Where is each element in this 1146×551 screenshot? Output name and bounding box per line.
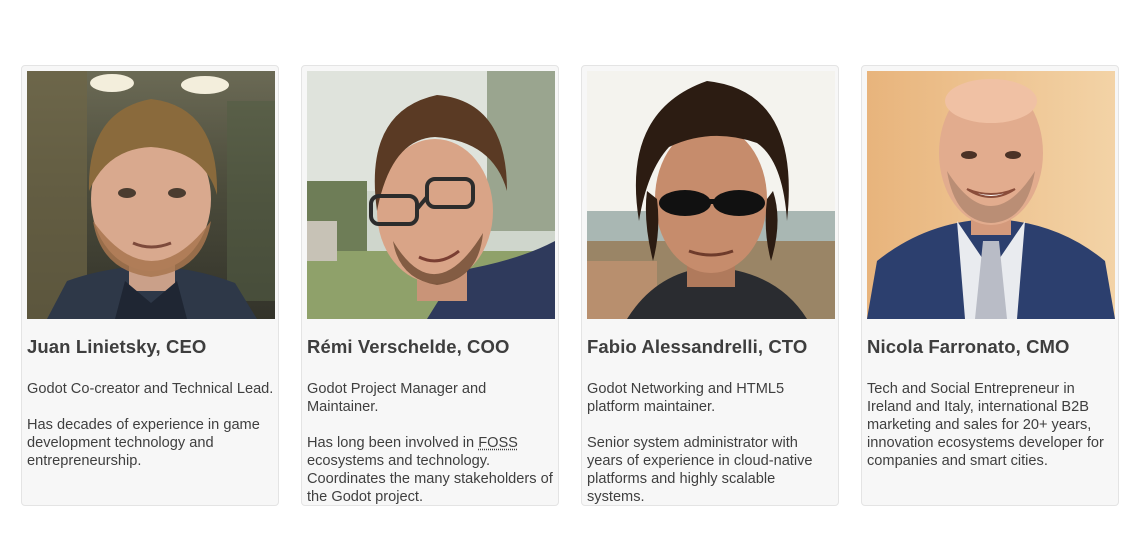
description-paragraph: Godot Project Manager and Maintainer.: [307, 381, 487, 415]
description-paragraph: Has long been involved in FOSS ecosystem…: [307, 434, 555, 505]
member-name: Juan Linietsky, CEO: [27, 336, 207, 357]
portrait-photo: [587, 71, 835, 319]
member-description: Tech and Social Entrepreneur in Ireland …: [867, 380, 1115, 488]
description-paragraph: Tech and Social Entrepreneur in Ireland …: [867, 381, 1104, 469]
description-paragraph: Has decades of experience in game develo…: [27, 417, 260, 469]
description-text: ecosystems and technology. Coordinates t…: [307, 453, 553, 505]
member-description: Godot Co-creator and Technical Lead. Has…: [27, 380, 275, 488]
team-grid: Juan Linietsky, CEO Godot Co-creator and…: [0, 0, 1146, 551]
portrait-photo: [27, 71, 275, 319]
description-paragraph: Godot Co-creator and Technical Lead.: [27, 381, 274, 397]
member-name: Nicola Farronato, CMO: [867, 336, 1070, 357]
team-card-nicola: Nicola Farronato, CMO Tech and Social En…: [861, 65, 1119, 506]
portrait-photo: [307, 71, 555, 319]
team-card-remi: Rémi Verschelde, COO Godot Project Manag…: [301, 65, 559, 506]
description-paragraph: Godot Networking and HTML5 platform main…: [587, 381, 785, 415]
portrait-photo: [867, 71, 1115, 319]
member-name: Fabio Alessandrelli, CTO: [587, 336, 808, 357]
description-paragraph: Senior system administrator with years o…: [587, 435, 813, 505]
member-description: Godot Project Manager and Maintainer. Ha…: [307, 380, 555, 505]
team-card-juan: Juan Linietsky, CEO Godot Co-creator and…: [21, 65, 279, 506]
foss-abbreviation[interactable]: FOSS: [478, 435, 518, 451]
description-text: Has long been involved in: [307, 435, 479, 451]
team-card-fabio: Fabio Alessandrelli, CTO Godot Networkin…: [581, 65, 839, 506]
member-name: Rémi Verschelde, COO: [307, 336, 510, 357]
member-description: Godot Networking and HTML5 platform main…: [587, 380, 835, 505]
